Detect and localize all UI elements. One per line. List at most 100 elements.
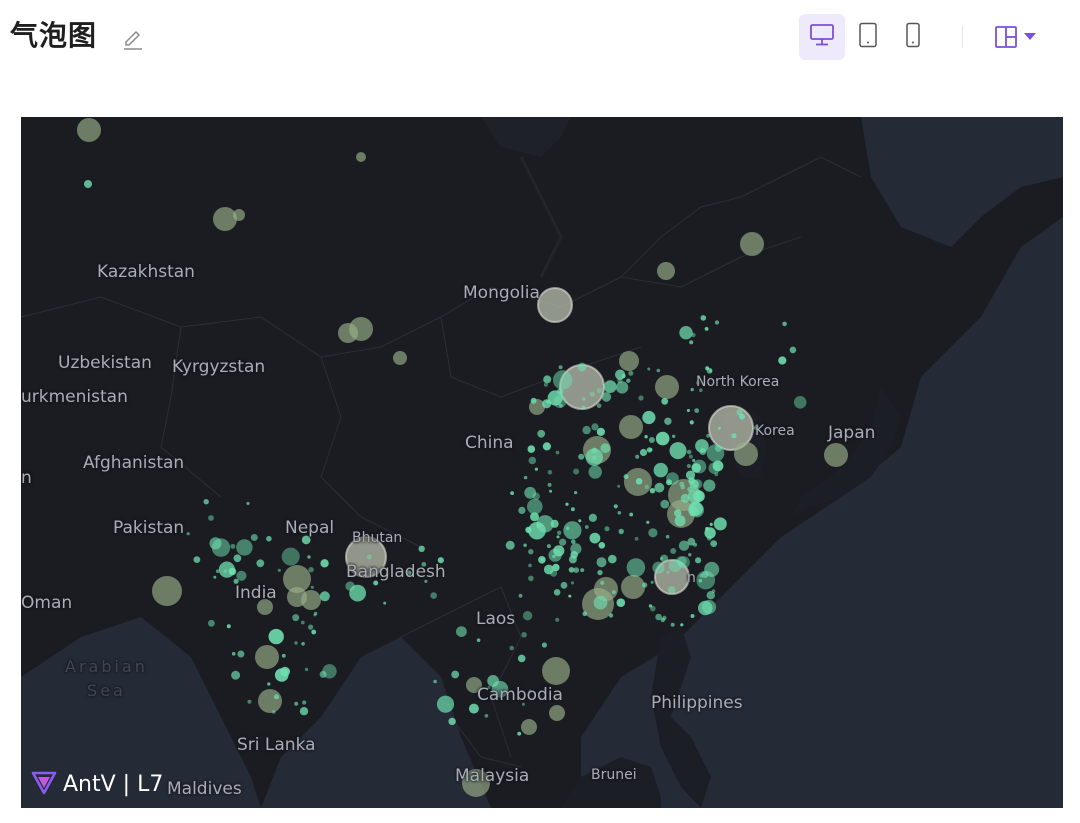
bubble	[782, 321, 787, 327]
bubble	[236, 539, 253, 556]
bubble	[543, 382, 548, 387]
bubble	[383, 601, 387, 605]
bubble	[670, 548, 677, 554]
bubble	[505, 540, 515, 550]
map-label-bangladesh: Bangladesh	[346, 562, 446, 582]
bubble	[518, 593, 523, 598]
device-desktop-button[interactable]	[799, 14, 845, 60]
bubble	[623, 474, 629, 480]
bubble	[642, 410, 656, 425]
bubble	[527, 445, 536, 453]
bubble	[559, 538, 567, 546]
bubble	[635, 478, 643, 485]
device-tablet-button[interactable]	[845, 14, 891, 60]
bubble	[695, 439, 709, 453]
bubble	[638, 395, 644, 401]
bubble	[553, 395, 567, 409]
bubble	[272, 710, 276, 714]
bubble	[615, 381, 629, 394]
bubble	[688, 454, 693, 459]
bubble	[686, 464, 691, 468]
bubble	[231, 652, 236, 656]
bubble	[231, 670, 241, 680]
bubble	[598, 542, 606, 549]
bubble	[527, 498, 543, 515]
bubble	[668, 559, 682, 572]
bubble	[582, 397, 586, 401]
bubble	[710, 540, 718, 547]
bubble	[84, 180, 92, 188]
bubble	[647, 367, 651, 371]
bubble	[299, 707, 309, 716]
bubble	[711, 589, 716, 593]
bubble	[653, 462, 668, 478]
bubble	[669, 442, 687, 460]
bubble	[267, 682, 271, 686]
bubble	[418, 545, 425, 552]
bubble	[550, 519, 559, 528]
bubble	[617, 484, 621, 488]
bubble	[570, 581, 575, 585]
map-label-north-korea: North Korea	[696, 374, 780, 390]
bubble	[541, 642, 548, 648]
bubble	[574, 491, 578, 495]
bubble	[537, 287, 573, 323]
bubble	[672, 434, 676, 438]
bubble	[679, 326, 693, 340]
device-mobile-button[interactable]	[890, 14, 936, 60]
bubble	[256, 559, 265, 568]
bubble-map[interactable]: Kazakhstan Mongolia Uzbekistan Kyrgyzsta…	[21, 117, 1063, 808]
map-label-nepal: Nepal	[285, 518, 335, 538]
bubble	[584, 525, 589, 529]
bubble	[250, 534, 258, 541]
bubble	[565, 502, 569, 506]
bubble	[585, 448, 603, 466]
bubble	[626, 378, 631, 383]
bubble	[655, 431, 670, 446]
bubble	[582, 425, 591, 435]
pencil-icon[interactable]	[120, 26, 146, 52]
bubble	[542, 657, 570, 685]
bubble	[619, 415, 643, 439]
bubble	[258, 689, 282, 713]
bubble	[680, 484, 685, 490]
bubble	[211, 538, 231, 557]
bubble	[793, 396, 807, 409]
bubble	[294, 641, 298, 645]
bubble	[695, 557, 702, 564]
bubble	[778, 356, 787, 365]
bubble	[563, 521, 582, 540]
bubble	[694, 408, 700, 413]
bubble	[666, 479, 672, 486]
bubble	[704, 327, 709, 331]
bubble	[712, 460, 724, 472]
bubble	[277, 568, 281, 572]
bubble	[689, 502, 705, 518]
page-title: 气泡图	[10, 19, 98, 52]
bubble	[660, 617, 665, 623]
map-label-japan: Japan	[828, 423, 876, 443]
bubble	[528, 549, 534, 555]
bubble	[706, 433, 710, 438]
bubble	[528, 575, 534, 582]
bubble	[230, 543, 236, 549]
bubble	[714, 320, 720, 325]
bubble	[233, 209, 245, 221]
bubble	[338, 323, 358, 343]
layout-dropdown-button[interactable]	[990, 20, 1046, 54]
bubble	[652, 561, 665, 574]
map-label-taiwan: n	[687, 570, 696, 586]
bubble	[356, 152, 366, 162]
bubble	[307, 555, 311, 559]
bubble	[208, 619, 215, 627]
bubble	[713, 517, 727, 531]
bubble	[689, 479, 700, 490]
bubble	[706, 367, 713, 374]
bubble	[367, 554, 372, 560]
bubble	[546, 544, 551, 549]
bubble	[525, 526, 532, 534]
bubble	[578, 519, 582, 523]
map-label-india: India	[235, 583, 277, 603]
bubble	[558, 365, 563, 370]
antv-l7-logo[interactable]: AntV | L7	[31, 767, 163, 801]
